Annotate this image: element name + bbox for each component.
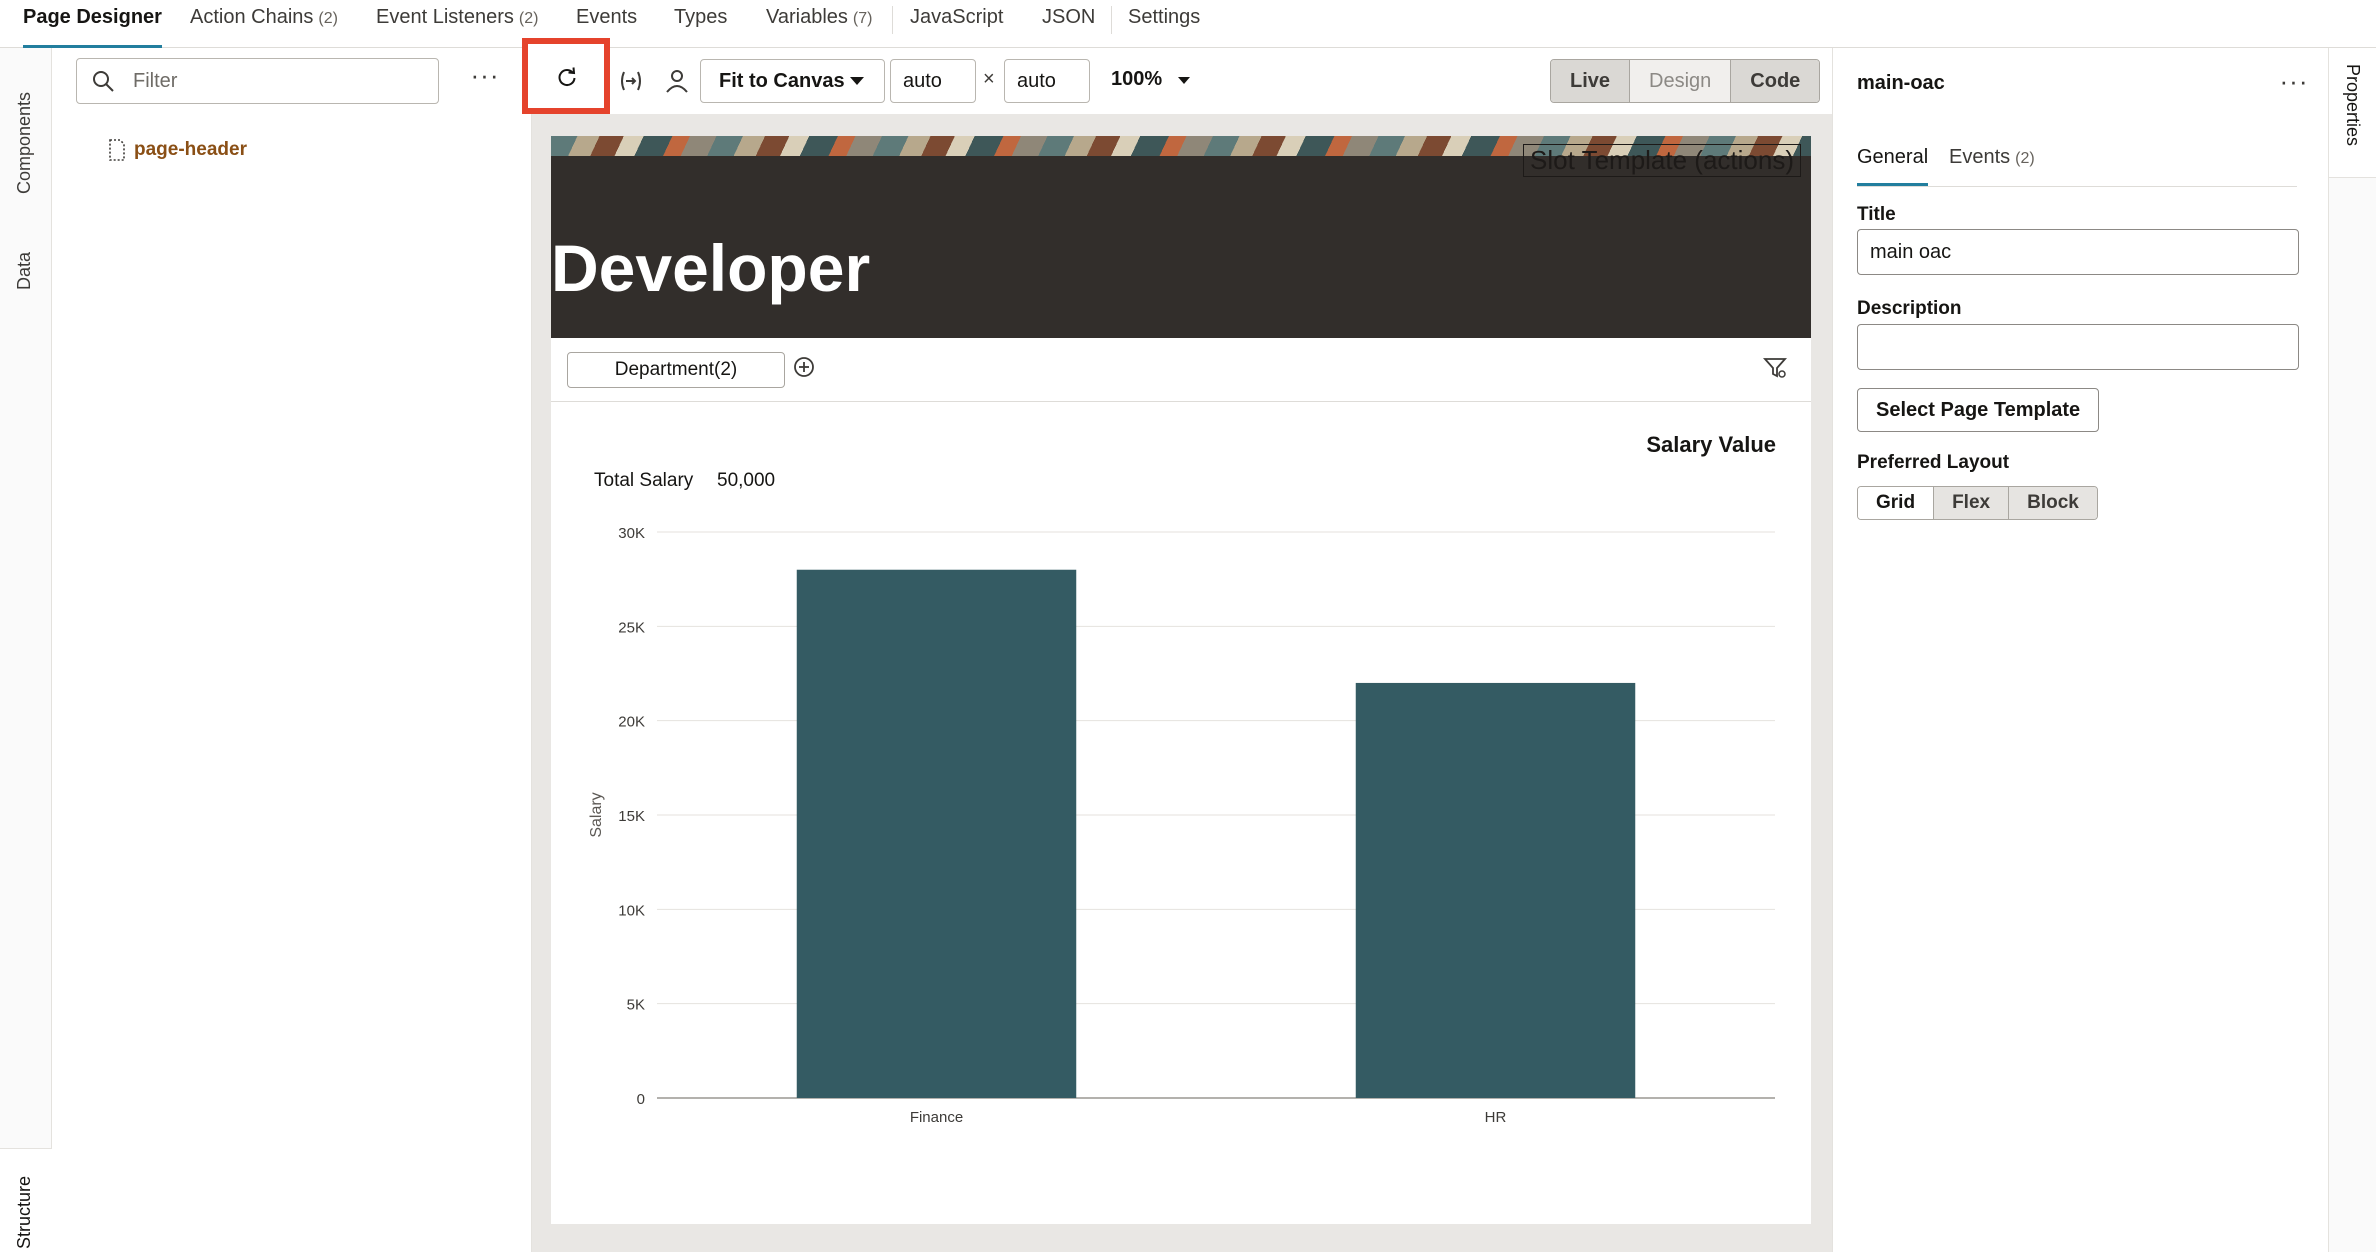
tab-label: Events — [576, 6, 638, 28]
components-panel: ··· page-header — [52, 48, 532, 1252]
left-side-rail: Components Data — [0, 48, 52, 1252]
canvas-height-input[interactable] — [1004, 59, 1090, 103]
tab-divider — [1111, 6, 1112, 34]
page-title: Developer — [551, 231, 871, 305]
filter-input[interactable] — [133, 67, 423, 95]
tab-count: (2) — [318, 10, 338, 27]
mode-code-button[interactable]: Code — [1731, 60, 1820, 102]
user-icon[interactable] — [664, 68, 690, 94]
preferred-layout-toggle: Grid Flex Block — [1857, 486, 2098, 520]
times-symbol: × — [983, 68, 995, 90]
y-tick-label: 30K — [618, 525, 645, 542]
y-tick-label: 15K — [618, 808, 645, 825]
properties-panel: main-oac ··· General Events(2) Title Des… — [1832, 48, 2328, 1252]
page-preview: Slot Template (actions) Developer Depart… — [551, 136, 1811, 1224]
y-axis-label: Salary — [588, 792, 605, 837]
slot-template-label: Slot Template (actions) — [1523, 144, 1801, 177]
tab-javascript[interactable]: JavaScript — [910, 0, 1003, 48]
x-tick-label: HR — [1485, 1109, 1507, 1126]
bar-finance — [796, 569, 1077, 1098]
bar-chart-svg: 0 5K 10K 15K 20K 25K 30K Salary Finance HR — [588, 525, 1775, 1126]
chevron-down-icon — [850, 77, 864, 85]
add-filter-icon[interactable] — [793, 356, 815, 378]
right-side-rail: Properties — [2328, 48, 2376, 1252]
fit-select-label: Fit to Canvas — [719, 70, 845, 92]
tab-action-chains[interactable]: Action Chains (2) — [190, 0, 338, 48]
select-page-template-button[interactable]: Select Page Template — [1857, 388, 2100, 432]
tab-count: (2) — [2015, 150, 2035, 167]
tab-general[interactable]: General — [1857, 146, 1929, 186]
tab-label: General — [1857, 146, 1929, 168]
vtab-label: Data — [14, 251, 34, 290]
vtab-properties[interactable]: Properties — [2329, 48, 2376, 178]
filter-funnel-icon[interactable] — [1763, 356, 1787, 380]
canvas-width-input[interactable] — [890, 59, 976, 103]
layout-flex-button[interactable]: Flex — [1934, 487, 2010, 519]
designer-tab-bar: Page Designer Action Chains (2) Event Lis… — [0, 0, 2376, 48]
tab-count: (2) — [518, 10, 539, 27]
x-tick-label: Finance — [910, 1109, 963, 1126]
y-tick-label: 20K — [618, 714, 645, 731]
tab-count: (7) — [852, 10, 873, 27]
tree-item-page-header[interactable]: page-header — [108, 136, 247, 164]
vtab-label: Components — [14, 91, 34, 194]
tab-label: Types — [674, 6, 728, 28]
view-mode-toggle: Live Design Code — [1550, 59, 1821, 103]
tabs-divider — [1857, 186, 2297, 187]
vtab-label: Properties — [2343, 64, 2363, 147]
tab-settings[interactable]: Settings — [1128, 0, 1200, 48]
tab-label: Event Listeners — [376, 6, 514, 28]
tab-event-listeners[interactable]: Event Listeners (2) — [376, 0, 538, 48]
description-field-label: Description — [1857, 298, 1962, 319]
title-input[interactable] — [1857, 229, 2299, 275]
description-input[interactable] — [1857, 324, 2299, 370]
tab-label: Page Designer — [23, 6, 162, 28]
variable-icon[interactable] — [618, 68, 644, 94]
tab-label: Events — [1949, 146, 2011, 168]
refresh-button[interactable] — [522, 38, 610, 114]
tab-events[interactable]: Events (2) — [1949, 146, 2035, 186]
fit-to-canvas-select[interactable]: Fit to Canvas — [700, 59, 885, 103]
y-tick-label: 10K — [618, 902, 645, 919]
layout-block-button[interactable]: Block — [2009, 487, 2097, 519]
tab-page-designer[interactable]: Page Designer — [23, 0, 162, 48]
salary-chart: Salary Value Total Salary 50,000 0 5K 10K 1… — [551, 402, 1811, 1224]
tree-item-label: page-header — [134, 139, 247, 160]
tab-types[interactable]: Types — [674, 0, 727, 48]
mode-design-button[interactable]: Design — [1630, 60, 1732, 102]
search-icon — [93, 71, 114, 92]
file-icon — [109, 139, 125, 161]
components-more-button[interactable]: ··· — [470, 62, 500, 96]
y-tick-label: 25K — [618, 619, 645, 636]
vtab-structure[interactable]: Structure — [0, 1148, 52, 1252]
properties-title: main-oac — [1857, 72, 1945, 94]
bar-hr — [1355, 682, 1636, 1098]
tab-divider — [892, 6, 893, 34]
properties-more-button[interactable]: ··· — [2279, 68, 2309, 102]
vtab-label: Structure — [14, 1175, 34, 1249]
y-tick-label: 5K — [627, 997, 645, 1014]
department-filter-chip[interactable]: Department(2) — [567, 352, 785, 388]
tab-label: Variables — [766, 6, 848, 28]
filter-row: Department(2) — [551, 338, 1811, 402]
page-header-banner: Slot Template (actions) Developer — [551, 136, 1811, 338]
tab-label: JavaScript — [910, 6, 1004, 28]
title-field-label: Title — [1857, 204, 1896, 225]
refresh-icon — [558, 67, 576, 87]
preferred-layout-label: Preferred Layout — [1857, 452, 2010, 473]
tab-label: Settings — [1128, 6, 1201, 28]
y-tick-label: 0 — [637, 1091, 645, 1108]
tab-json[interactable]: JSON — [1042, 0, 1095, 48]
tab-label: JSON — [1042, 6, 1096, 28]
chevron-down-icon[interactable] — [1178, 77, 1190, 84]
layout-grid-button[interactable]: Grid — [1858, 487, 1935, 519]
tab-variables[interactable]: Variables (7) — [766, 0, 872, 48]
mode-live-button[interactable]: Live — [1551, 60, 1631, 102]
tab-label: Action Chains — [190, 6, 314, 28]
zoom-level[interactable]: 100% — [1111, 68, 1162, 91]
filter-box — [76, 58, 439, 104]
